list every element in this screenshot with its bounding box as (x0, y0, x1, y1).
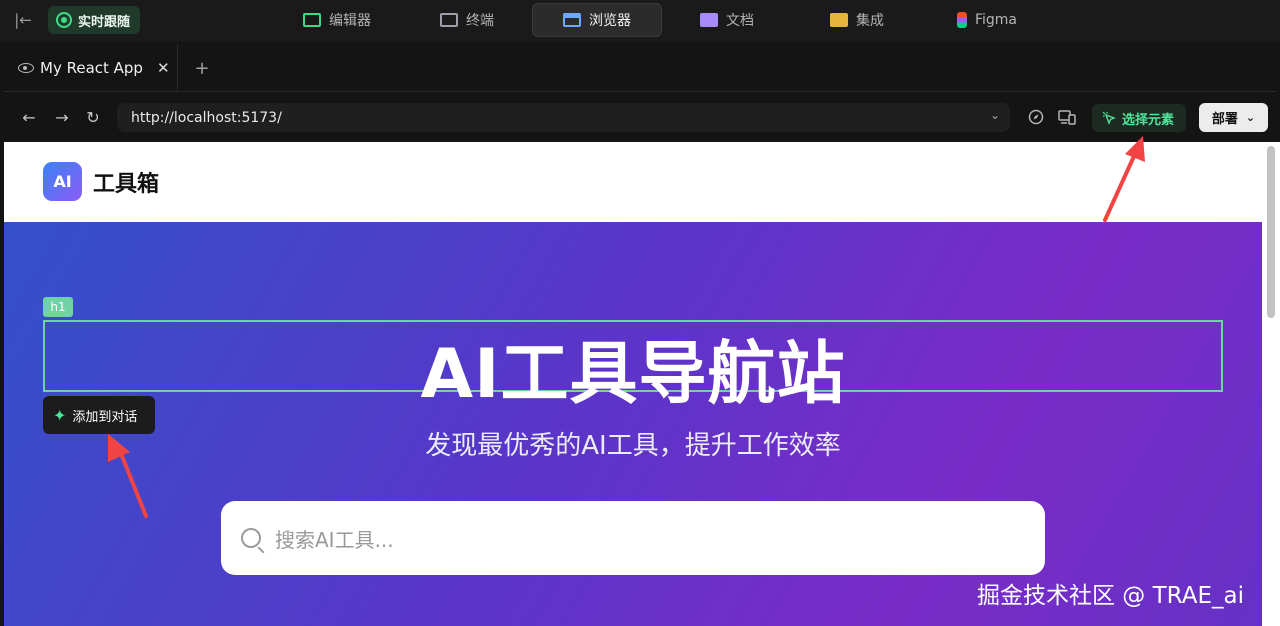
search-placeholder: 搜索AI工具... (275, 527, 394, 552)
figma-icon (956, 12, 967, 28)
tab-editor[interactable]: 编辑器 (272, 3, 402, 37)
browser-page-tab[interactable]: My React App ✕ (4, 44, 178, 92)
site-header: AI 工具箱 (4, 142, 1262, 222)
forward-icon[interactable]: → (51, 106, 73, 128)
hero-section: h1 AI工具导航站 ✦ 添加到对话 发现最优秀的AI工具，提升工作效率 搜索A… (4, 222, 1262, 626)
cursor-select-icon (1102, 111, 1116, 125)
integration-icon (830, 13, 848, 27)
site-logo[interactable]: AI (43, 162, 82, 201)
annotation-arrow-add-chat (108, 434, 148, 518)
back-icon[interactable]: ← (18, 106, 40, 128)
docs-icon (700, 13, 718, 27)
chevron-down-icon[interactable]: ⌄ (990, 108, 1000, 122)
editor-icon (303, 13, 321, 27)
element-tag-badge: h1 (43, 297, 73, 317)
terminal-icon (440, 13, 458, 27)
live-follow-icon (56, 12, 72, 28)
collapse-sidebar-icon[interactable]: |← (10, 8, 36, 32)
sparkle-icon: ✦ (53, 405, 67, 425)
device-toggle-icon[interactable] (1057, 107, 1077, 127)
browser-tab-bar: My React App ✕ + (4, 44, 1276, 92)
scrollbar[interactable] (1262, 142, 1280, 626)
mode-tabs: 编辑器 终端 浏览器 文档 集成 Figma (272, 3, 1052, 37)
watermark: 掘金技术社区 @ TRAE_ai (977, 583, 1244, 609)
tab-terminal[interactable]: 终端 (402, 3, 532, 37)
eye-icon (18, 63, 34, 73)
url-input[interactable]: http://localhost:5173/ ⌄ (117, 103, 1010, 132)
top-mode-bar: |← 实时跟随 编辑器 终端 浏览器 文档 集成 Figma (0, 0, 1280, 42)
compass-icon[interactable] (1026, 107, 1046, 127)
browser-icon (563, 13, 581, 27)
tab-browser[interactable]: 浏览器 (532, 3, 662, 37)
tab-integration-label: 集成 (856, 13, 884, 29)
tab-editor-label: 编辑器 (329, 13, 371, 29)
select-element-button[interactable]: 选择元素 (1092, 104, 1187, 132)
select-element-label: 选择元素 (1122, 112, 1175, 128)
deploy-button[interactable]: 部署 ⌄ (1199, 103, 1268, 132)
hero-title[interactable]: AI工具导航站 (4, 318, 1262, 417)
page-tab-title: My React App (40, 59, 143, 77)
hero-subtitle: 发现最优秀的AI工具，提升工作效率 (425, 431, 841, 461)
close-icon[interactable]: ✕ (157, 59, 170, 77)
new-tab-button[interactable]: + (190, 56, 214, 80)
tab-figma-label: Figma (974, 12, 1018, 28)
scrollbar-thumb[interactable] (1267, 146, 1275, 318)
live-follow-button[interactable]: 实时跟随 (48, 6, 141, 34)
webview: AI 工具箱 h1 AI工具导航站 ✦ 添加到对话 发现最优秀的AI工具，提升工… (4, 142, 1262, 626)
chevron-down-icon: ⌄ (1245, 111, 1256, 124)
tab-docs-label: 文档 (726, 13, 754, 29)
tab-integration[interactable]: 集成 (792, 3, 922, 37)
tab-figma[interactable]: Figma (922, 3, 1052, 37)
annotation-arrow-select (1103, 136, 1145, 222)
site-brand[interactable]: 工具箱 (93, 166, 159, 198)
deploy-label: 部署 (1211, 112, 1238, 127)
add-to-chat-label: 添加到对话 (72, 409, 138, 425)
tab-terminal-label: 终端 (466, 13, 494, 29)
url-text: http://localhost:5173/ (131, 109, 282, 126)
tab-docs[interactable]: 文档 (662, 3, 792, 37)
reload-icon[interactable]: ↻ (82, 106, 104, 128)
address-toolbar: ← → ↻ http://localhost:5173/ ⌄ 选择元素 部署 ⌄ (4, 93, 1276, 141)
search-icon (241, 528, 261, 548)
tab-browser-label: 浏览器 (589, 13, 631, 29)
search-input[interactable]: 搜索AI工具... (221, 501, 1045, 575)
live-follow-label: 实时跟随 (78, 14, 131, 30)
